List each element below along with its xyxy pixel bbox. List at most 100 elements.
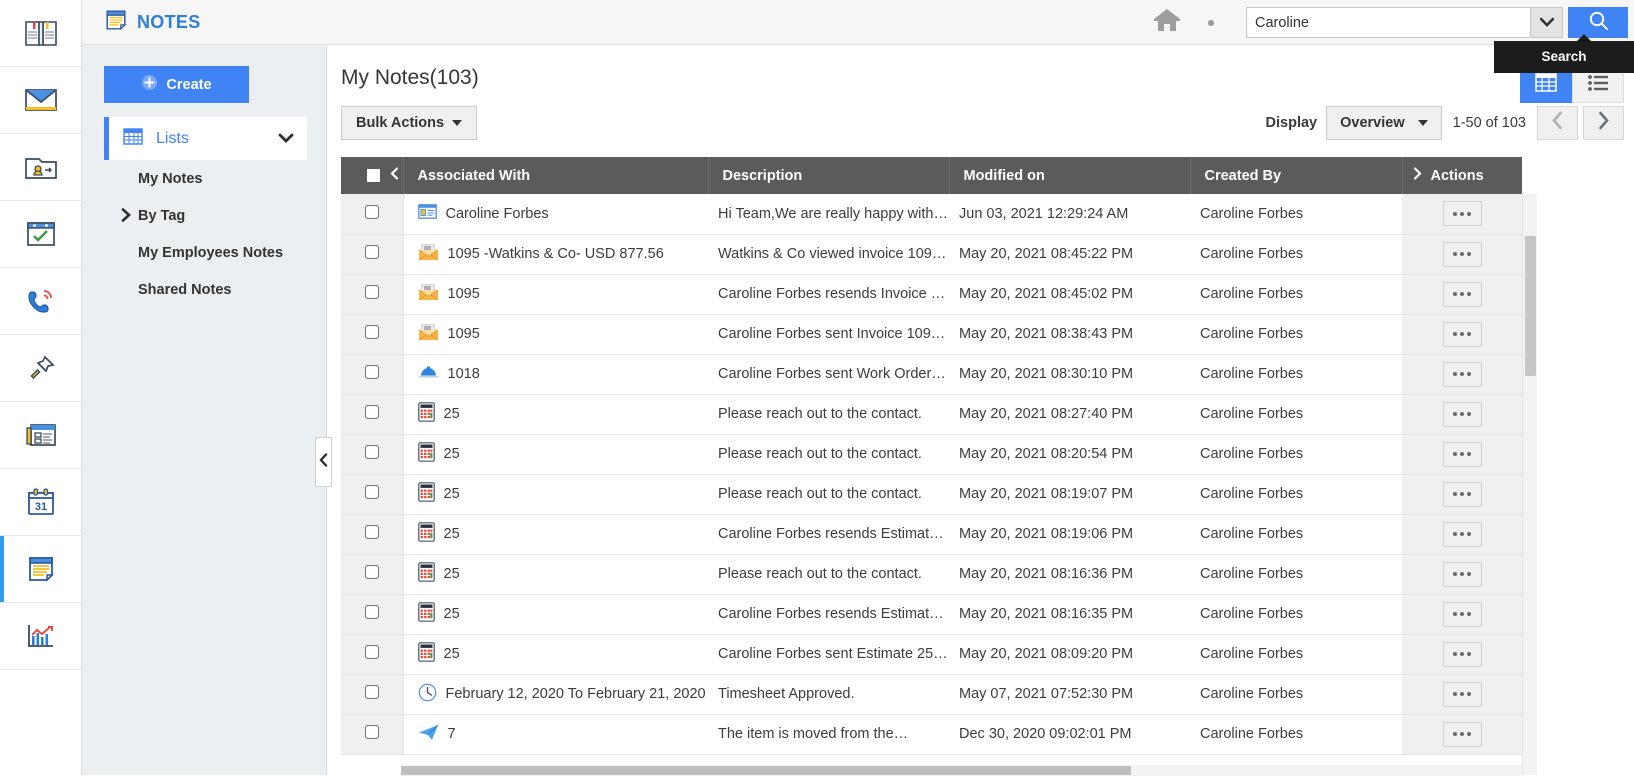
sidebar-item-pinned[interactable]: [0, 335, 81, 402]
row-checkbox[interactable]: [364, 485, 379, 499]
row-actions-button[interactable]: [1442, 281, 1482, 307]
row-checkbox[interactable]: [364, 245, 379, 259]
table-row[interactable]: 25 Please reach out to the contact. May …: [341, 434, 1522, 475]
ellipsis-icon: [1453, 332, 1457, 336]
cell-description: Watkins & Co viewed invoice 109…: [708, 234, 949, 275]
table-row[interactable]: 25 Please reach out to the contact. May …: [341, 394, 1522, 435]
row-actions-button[interactable]: [1442, 361, 1482, 387]
more-options-button[interactable]: [1190, 1, 1232, 45]
sidebar-item-tasks[interactable]: [0, 201, 81, 268]
chevron-right-icon[interactable]: [1413, 167, 1422, 184]
sidebar-item-books[interactable]: [0, 0, 81, 67]
row-actions-button[interactable]: [1442, 521, 1482, 547]
row-actions-button[interactable]: [1442, 241, 1482, 267]
cell-associated-with[interactable]: 1095: [403, 274, 708, 315]
row-actions-button[interactable]: [1442, 681, 1482, 707]
search-input[interactable]: [1246, 7, 1530, 38]
row-checkbox[interactable]: [364, 645, 379, 659]
row-checkbox[interactable]: [364, 365, 379, 379]
column-header-created-by[interactable]: Created By: [1190, 157, 1403, 194]
row-actions-button[interactable]: [1442, 321, 1482, 347]
row-checkbox[interactable]: [364, 525, 379, 539]
cell-associated-with[interactable]: 25: [403, 594, 708, 635]
cell-associated-with[interactable]: 25: [403, 394, 708, 435]
table-row[interactable]: 25 Please reach out to the contact. May …: [341, 554, 1522, 595]
scrollbar-thumb[interactable]: [1525, 236, 1536, 376]
home-button[interactable]: [1144, 1, 1190, 45]
cell-associated-with[interactable]: 1095 -Watkins & Co- USD 877.56: [403, 234, 708, 275]
row-checkbox[interactable]: [364, 445, 379, 459]
cell-associated-with[interactable]: 7: [403, 714, 708, 755]
cell-created-by: Caroline Forbes: [1190, 354, 1402, 395]
table-row[interactable]: 25 Caroline Forbes resends Estimat… May …: [341, 514, 1522, 555]
cell-associated-with[interactable]: 25: [403, 554, 708, 595]
row-actions-button[interactable]: [1442, 481, 1482, 507]
table-row[interactable]: 25 Caroline Forbes resends Estimat… May …: [341, 594, 1522, 635]
table-row[interactable]: February 12, 2020 To February 21, 2020 T…: [341, 674, 1522, 715]
cell-associated-with[interactable]: 1095: [403, 314, 708, 355]
table-row[interactable]: 1095 Caroline Forbes resends Invoice … M…: [341, 274, 1522, 315]
column-header-description[interactable]: Description: [708, 157, 950, 194]
sidebar-item-contacts[interactable]: [0, 134, 81, 201]
table-row[interactable]: 1018 Caroline Forbes sent Work Order … M…: [341, 354, 1522, 395]
cell-associated-with[interactable]: 25: [403, 514, 708, 555]
cell-modified-on: May 20, 2021 08:16:36 PM: [949, 554, 1190, 595]
table-row[interactable]: 25 Please reach out to the contact. May …: [341, 474, 1522, 515]
row-checkbox[interactable]: [364, 204, 379, 219]
row-checkbox[interactable]: [364, 325, 379, 339]
row-actions-button[interactable]: [1442, 721, 1482, 747]
column-header-associated-with[interactable]: Associated With: [403, 157, 709, 194]
row-actions-button[interactable]: [1442, 601, 1482, 627]
table-row[interactable]: 25 Caroline Forbes sent Estimate 25… May…: [341, 634, 1522, 675]
select-all-checkbox[interactable]: [367, 169, 380, 182]
cell-associated-with[interactable]: 25: [403, 474, 708, 515]
chevron-left-icon[interactable]: [390, 167, 399, 184]
table-row[interactable]: 1095 -Watkins & Co- USD 877.56 Watkins &…: [341, 234, 1522, 275]
nav-panel-collapse-handle[interactable]: [315, 437, 332, 487]
table-vertical-scrollbar[interactable]: [1522, 194, 1537, 775]
pagination-next-button[interactable]: [1583, 106, 1624, 140]
bulk-actions-button[interactable]: Bulk Actions: [341, 106, 478, 140]
sidebar-item-by-tag[interactable]: By Tag: [104, 197, 307, 234]
row-checkbox[interactable]: [364, 725, 379, 739]
sidebar-item-calls[interactable]: [0, 268, 81, 335]
sidebar-item-calendar[interactable]: 31: [0, 469, 81, 536]
sidebar-item-shared-notes[interactable]: Shared Notes: [104, 271, 307, 308]
row-actions-button[interactable]: [1442, 641, 1482, 667]
row-checkbox[interactable]: [364, 405, 379, 419]
table-row[interactable]: 1095 Caroline Forbes sent Invoice 109… M…: [341, 314, 1522, 355]
cell-created-by: Caroline Forbes: [1190, 554, 1402, 595]
row-checkbox[interactable]: [364, 285, 379, 299]
column-label: Modified on: [963, 167, 1045, 184]
top-header-bar: NOTES Caroline Search: [82, 0, 1634, 73]
table-row[interactable]: 7 The item is moved from the… Dec 30, 20…: [341, 714, 1522, 755]
cell-associated-with[interactable]: Caroline Forbes: [403, 194, 708, 235]
table-row[interactable]: Caroline Forbes Hi Team,We are really ha…: [341, 194, 1522, 235]
row-actions-button[interactable]: [1442, 441, 1482, 467]
cell-associated-with[interactable]: 25: [403, 634, 708, 675]
row-checkbox[interactable]: [364, 565, 379, 579]
scrollbar-thumb[interactable]: [401, 766, 1131, 775]
cell-actions: [1402, 634, 1522, 675]
table-horizontal-scrollbar[interactable]: [401, 765, 1522, 776]
cell-associated-with[interactable]: February 12, 2020 To February 21, 2020: [403, 674, 708, 715]
row-actions-button[interactable]: [1442, 401, 1482, 427]
sidebar-item-my-notes[interactable]: My Notes: [104, 160, 307, 197]
row-checkbox[interactable]: [364, 685, 379, 699]
column-header-modified-on[interactable]: Modified on: [949, 157, 1191, 194]
sidebar-item-notes[interactable]: [0, 536, 81, 603]
row-actions-button[interactable]: [1442, 561, 1482, 587]
create-button[interactable]: Create: [104, 66, 249, 103]
cell-associated-with[interactable]: 1018: [403, 354, 708, 395]
sidebar-item-reports[interactable]: [0, 603, 81, 670]
sidebar-item-feeds[interactable]: [0, 402, 81, 469]
row-checkbox[interactable]: [364, 605, 379, 619]
cell-associated-with[interactable]: 25: [403, 434, 708, 475]
row-actions-button[interactable]: [1442, 201, 1482, 227]
sidebar-item-my-employees-notes[interactable]: My Employees Notes: [104, 234, 307, 271]
display-mode-select[interactable]: Overview: [1326, 106, 1442, 140]
search-scope-dropdown[interactable]: [1530, 7, 1563, 38]
nav-group-lists[interactable]: Lists: [104, 117, 307, 160]
pagination-prev-button[interactable]: [1537, 106, 1578, 140]
sidebar-item-mail[interactable]: [0, 67, 81, 134]
